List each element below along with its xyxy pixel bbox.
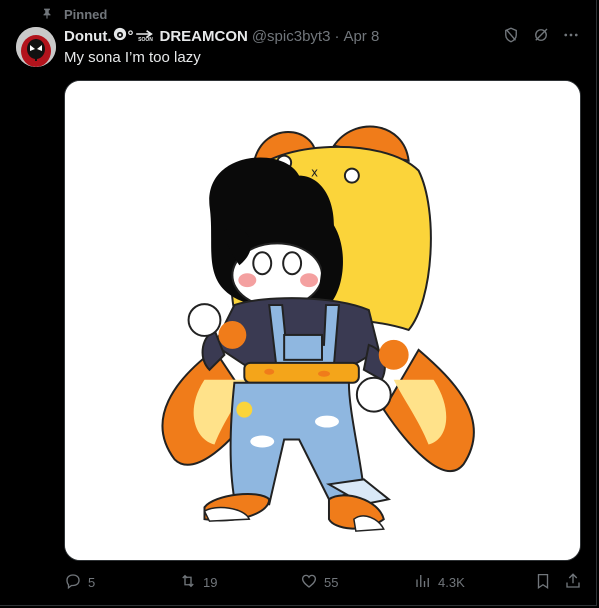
like-count: 55 [324,575,339,590]
views-icon [414,572,432,593]
reply-count: 5 [88,575,96,590]
soon-label: SOON [138,36,153,43]
avatar[interactable] [16,27,56,67]
tweet-header: Donut. ° SOON DREAMCON @spic3byt3 · Apr … [64,27,379,45]
repost-button[interactable]: 19 [179,572,217,593]
tweet-date[interactable]: Apr 8 [343,28,379,45]
share-button[interactable] [564,572,582,593]
share-icon [564,572,582,593]
user-handle[interactable]: @spic3byt3 [252,28,331,45]
like-button[interactable]: 55 [300,572,338,593]
repost-icon [179,572,197,593]
grok-icon[interactable] [532,26,550,49]
tweet-actions: 5 19 55 4.3K [64,572,584,596]
tweet-image[interactable]: x [64,80,581,561]
pinned-indicator: Pinned [40,6,107,23]
svg-text:x: x [311,166,318,180]
soon-arrow-emoji: SOON [135,29,155,43]
bookmark-button[interactable] [534,572,552,593]
tweet-top-actions [502,26,580,49]
views-button[interactable]: 4.3K [414,572,465,593]
character-drawing: x [65,81,580,560]
reply-icon [64,572,82,593]
more-icon[interactable] [562,26,580,49]
repost-count: 19 [203,575,218,590]
separator-dot: · [334,27,340,45]
display-name[interactable]: Donut. [64,28,111,45]
pin-icon [40,6,54,23]
degree-mark: ° [127,27,134,45]
views-count: 4.3K [438,575,465,590]
like-icon [300,572,318,593]
tweet[interactable]: Pinned Donut. ° SOON DREAMCON @spic3byt3… [0,0,597,606]
display-name-suffix[interactable]: DREAMCON [159,28,247,45]
pinned-label: Pinned [64,7,108,22]
shield-icon[interactable] [502,26,520,49]
tweet-text: My sona I’m too lazy [64,49,201,66]
reply-button[interactable]: 5 [64,572,95,593]
bookmark-icon [534,572,552,593]
name-decorations: ° SOON [113,27,157,45]
smiley-emoji-icon [113,27,127,45]
